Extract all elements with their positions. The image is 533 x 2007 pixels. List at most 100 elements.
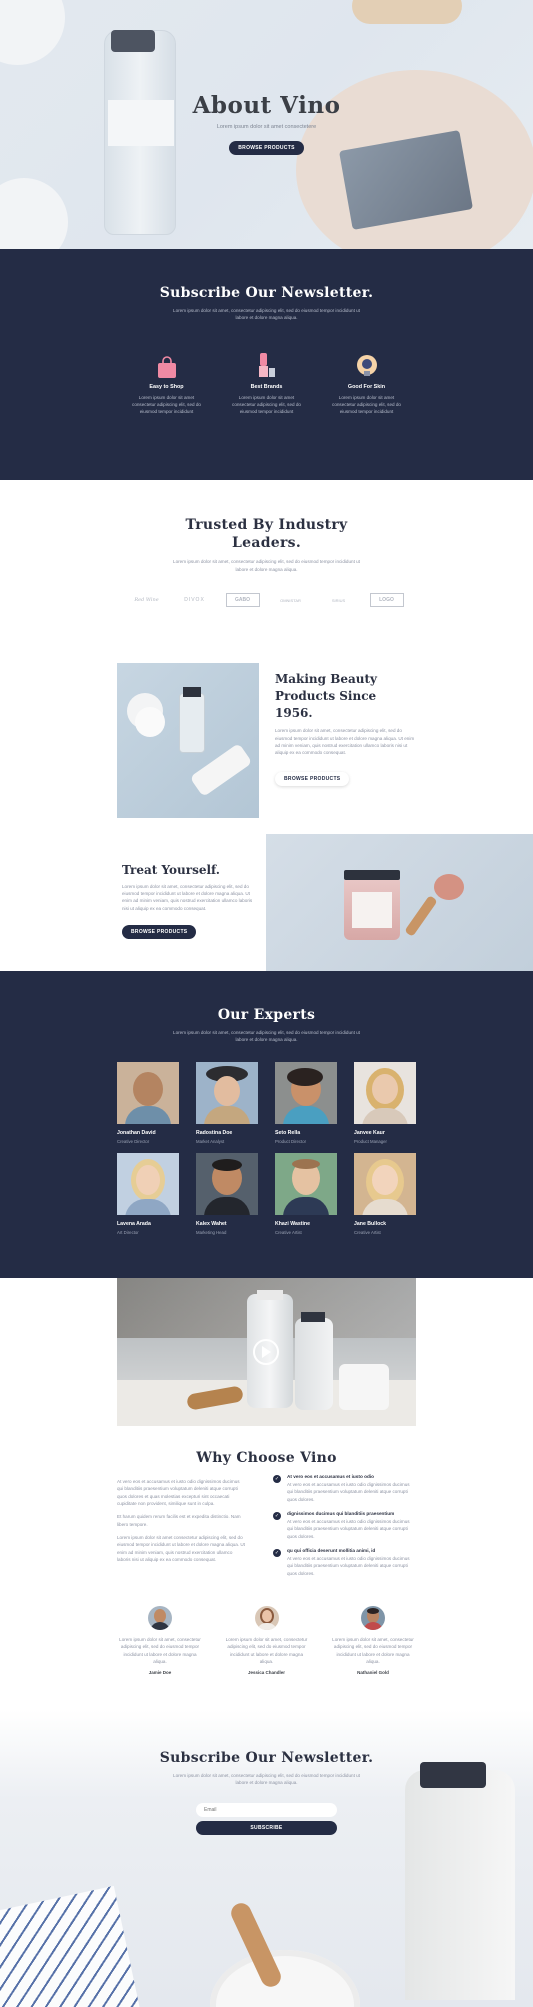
spoon-handle-image	[404, 895, 438, 937]
feature-title: Best Brands	[250, 383, 283, 390]
expert-card: Jonathan David Creative Director	[117, 1061, 179, 1144]
expert-card: Radostina Doe Market Analyst	[196, 1061, 258, 1144]
towel-image	[0, 1885, 143, 2007]
why-paragraph: At vero eos et accusamus et iusto odio d…	[117, 1479, 240, 1507]
lipstick-icon	[229, 352, 305, 378]
testimonial-name: Jessica Chandler	[247, 1670, 286, 1676]
expert-photo	[117, 1152, 179, 1215]
expert-name: Janvee Kaur	[354, 1129, 385, 1136]
feature-title: Easy to Shop	[149, 383, 184, 390]
experts-section: Our Experts Lorem ipsum dolor sit amet, …	[0, 971, 533, 1278]
trusted-text: Lorem ipsum dolor sit amet, consectetur …	[173, 559, 360, 572]
expert-photo	[275, 1061, 337, 1124]
newsletter-text: Lorem ipsum dolor sit amet, consectetur …	[173, 308, 360, 321]
browse-products-button[interactable]: BROWSE PRODUCTS	[229, 141, 304, 155]
expert-card: Khazi Wastine Creative Artist	[275, 1152, 337, 1235]
expert-role: Marketing Head	[196, 1229, 227, 1235]
cotton-pads-image	[339, 1364, 389, 1410]
browse-products-button[interactable]: BROWSE PRODUCTS	[122, 925, 197, 940]
partner-logo: GABO	[225, 593, 260, 608]
why-check-item: ✓ qu qui officia deserunt mollitia animi…	[273, 1548, 416, 1577]
feature-text: Lorem ipsum dolor sit amet consectetur a…	[332, 394, 401, 415]
play-icon[interactable]	[253, 1339, 279, 1365]
email-field[interactable]	[196, 1802, 337, 1817]
product-photo	[266, 834, 533, 971]
testimonial-text: Lorem ipsum dolor sit amet, consectetur …	[119, 1637, 201, 1665]
why-section: Why Choose Vino At vero eos et accusamus…	[0, 1278, 533, 1710]
treat-title: Treat Yourself.	[122, 863, 220, 877]
jar-label-image	[352, 892, 392, 928]
newsletter-text: Lorem ipsum dolor sit amet, consectetur …	[173, 1773, 360, 1786]
newsletter-title: Subscribe Our Newsletter.	[159, 1750, 374, 1766]
making-title: Making Beauty Products Since 1956.	[275, 671, 415, 721]
experts-text: Lorem ipsum dolor sit amet, consectetur …	[173, 1030, 360, 1043]
avatar	[254, 1606, 279, 1630]
testimonial-card: Lorem ipsum dolor sit amet, consectetur …	[117, 1606, 203, 1675]
expert-photo	[196, 1061, 258, 1124]
experts-title: Our Experts	[217, 1007, 316, 1023]
feature-item: Easy to Shop Lorem ipsum dolor sit amet …	[129, 352, 205, 416]
newsletter-features-section: Subscribe Our Newsletter. Lorem ipsum do…	[0, 249, 533, 480]
expert-role: Art Director	[117, 1229, 139, 1235]
treat-text: Lorem ipsum dolor sit amet, consectetur …	[122, 883, 253, 911]
subscribe-button[interactable]: SUBSCRIBE	[196, 1820, 337, 1835]
testimonials: Lorem ipsum dolor sit amet, consectetur …	[117, 1606, 416, 1675]
expert-card: Janvee Kaur Product Manager	[354, 1061, 416, 1144]
bottle-cap-image	[257, 1290, 283, 1300]
testimonial-card: Lorem ipsum dolor sit amet, consectetur …	[330, 1606, 416, 1675]
newsletter-title: Subscribe Our Newsletter.	[159, 285, 374, 301]
treat-section: Treat Yourself. Lorem ipsum dolor sit am…	[0, 834, 533, 971]
bottle-image	[179, 693, 205, 753]
expert-role: Product Manager	[354, 1138, 387, 1144]
expert-role: Product Director	[275, 1138, 307, 1144]
video-player[interactable]	[117, 1278, 416, 1426]
partner-logo: OMNISTAR	[280, 597, 301, 603]
product-photo	[117, 663, 259, 818]
testimonial-text: Lorem ipsum dolor sit amet, consectetur …	[332, 1637, 414, 1665]
why-check-item: ✓ At vero eos et accusamus et iusto odio…	[273, 1474, 416, 1503]
avatar	[361, 1606, 385, 1630]
about-history-section: Making Beauty Products Since 1956. Lorem…	[0, 651, 533, 834]
check-text: At vero eos et accusamus et iusto odio d…	[287, 1482, 410, 1502]
expert-role: Market Analyst	[196, 1138, 225, 1144]
expert-role: Creative Artist	[275, 1229, 302, 1235]
making-title-line: Making Beauty	[275, 672, 378, 686]
expert-card: Jane Bullock Creative Artist	[354, 1152, 416, 1235]
check-title: At vero eos et accusamus et iusto odio	[287, 1474, 375, 1479]
trusted-title: Trusted By Industry Leaders.	[0, 516, 533, 552]
feature-text: Lorem ipsum dolor sit amet consectetur a…	[132, 394, 201, 415]
expert-name: Lavena Arada	[117, 1220, 151, 1227]
expert-name: Radostina Doe	[196, 1129, 233, 1136]
expert-name: Kalex Wahet	[196, 1220, 227, 1227]
bowl-image	[210, 1950, 360, 2007]
logo-strip: Red Wine DIVOX GABO OMNISTAR SIRIUS LOGO	[0, 593, 533, 608]
partner-logo: LOGO	[369, 593, 404, 608]
bottle-cap-image	[183, 687, 201, 697]
expert-name: Jane Bullock	[354, 1220, 387, 1227]
expert-photo	[354, 1061, 416, 1124]
expert-name: Khazi Wastine	[275, 1220, 310, 1227]
expert-name: Seto Rella	[275, 1129, 301, 1136]
making-title-line: Products Since 1956.	[275, 688, 377, 720]
expert-photo	[117, 1061, 179, 1124]
check-title: qu qui officia deserunt mollitia animi, …	[287, 1548, 376, 1554]
cotton-pad-image	[135, 707, 165, 737]
check-icon: ✓	[273, 1549, 281, 1558]
newsletter-signup-section: Subscribe Our Newsletter. Lorem ipsum do…	[0, 1710, 533, 2007]
hero-section: About Vino Lorem ipsum dolor sit amet co…	[0, 0, 533, 249]
jar-lid-image	[344, 870, 400, 880]
browse-products-button[interactable]: BROWSE PRODUCTS	[275, 771, 350, 786]
why-paragraph: Et harum quidem rerum facilis est et exp…	[117, 1514, 241, 1527]
bottle-cap-image	[301, 1312, 325, 1322]
testimonial-name: Nathaniel Gold	[357, 1670, 389, 1676]
trusted-section: Trusted By Industry Leaders. Lorem ipsum…	[0, 480, 533, 651]
check-text: At vero eos et accusamus et iusto odio d…	[287, 1519, 410, 1539]
feature-title: Good For Skin	[347, 383, 386, 390]
bottle-cap-image	[111, 30, 155, 52]
expert-name: Jonathan David	[117, 1129, 156, 1136]
check-title: dignissimos ducimus qui blanditiis praes…	[287, 1511, 395, 1517]
why-check-item: ✓ dignissimos ducimus qui blanditiis pra…	[273, 1511, 416, 1540]
testimonial-name: Jamie Doe	[148, 1670, 172, 1676]
check-icon: ✓	[273, 1475, 281, 1483]
expert-role: Creative Director	[117, 1138, 150, 1144]
